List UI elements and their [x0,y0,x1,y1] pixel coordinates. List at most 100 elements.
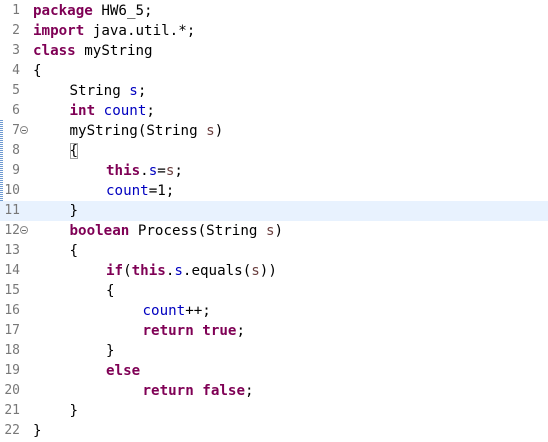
line-number: 22 [4,423,20,438]
code-token: myString [75,43,153,59]
code-token: s [174,263,183,279]
code-text: this.s=s; [106,161,183,181]
code-line[interactable]: 9 this.s=s; [0,161,548,181]
code-token: s [148,163,158,179]
code-token: ) [214,123,224,139]
keyword-token: this [131,263,166,279]
code-line[interactable]: 15 { [0,281,548,301]
line-number: 12 [4,223,20,238]
code-line[interactable]: 21} [0,401,548,421]
code-text: { [106,281,115,301]
keyword-token: true [202,323,237,339]
code-line[interactable]: 3 class myString [0,41,548,61]
code-token: ) [274,223,284,239]
keyword-token: return [142,383,194,399]
line-number: 13 [4,243,20,258]
line-number: 1 [12,3,20,18]
code-line[interactable]: 2 import java.util.*; [0,21,548,41]
code-token: myString(String [69,123,207,139]
code-text: } [70,401,79,421]
code-line[interactable]: 8{ [0,141,548,161]
code-token: } [69,403,79,419]
code-text: { [69,141,79,161]
code-token: count [106,183,149,199]
line-number: 16 [4,303,20,318]
code-line[interactable]: 11} [0,201,548,221]
keyword-token: boolean [69,223,130,239]
line-number: 17 [4,323,20,338]
code-token: ; [236,323,246,339]
code-token: } [106,343,115,359]
line-number: 14 [4,263,20,278]
line-number: 4 [12,63,20,78]
code-text: if(this.s.equals(s)) [106,261,277,281]
code-token: { [106,283,115,299]
fold-collapse-icon[interactable] [20,226,28,234]
line-number: 21 [4,403,20,418]
code-text: boolean Process(String s) [70,221,284,241]
code-token: { [69,143,79,159]
code-text: count=1; [106,181,174,201]
code-token: .equals( [182,263,252,279]
code-token: s [251,263,260,279]
line-number: 7 [12,123,20,138]
code-token: } [33,423,42,439]
code-line[interactable]: 14 if(this.s.equals(s)) [0,261,548,281]
keyword-token: else [106,363,141,379]
code-line[interactable]: 6 int count; [0,101,548,121]
code-line[interactable]: 17 return true; [0,321,548,341]
code-token: =1; [148,183,175,199]
keyword-token: return [142,323,194,339]
keyword-token: int [69,103,96,119]
code-line[interactable]: 1 package HW6_5; [0,1,548,21]
code-token: HW6_5; [92,3,153,19]
code-token: ; [245,383,254,399]
code-text: int count; [70,101,155,121]
code-token: } [69,203,79,219]
line-number: 2 [12,23,20,38]
code-line[interactable]: 7 myString(String s) [0,121,548,141]
keyword-token: package [33,3,93,19]
keyword-token: if [106,263,124,279]
code-text: } [106,341,115,361]
code-line[interactable]: 5 String s; [0,81,548,101]
code-token: { [69,243,79,259]
code-token: ; [137,83,147,99]
line-number: 9 [12,163,20,178]
code-text: return false; [143,381,254,401]
line-number: 5 [12,83,20,98]
code-text: } [33,421,42,441]
fold-collapse-icon[interactable] [20,126,28,134]
code-token: s [265,223,275,239]
code-line[interactable]: 10 count=1; [0,181,548,201]
line-number: 15 [4,283,20,298]
code-line[interactable]: 16 count++; [0,301,548,321]
line-number: 3 [12,43,20,58]
line-number: 18 [4,343,20,358]
code-text: String s; [70,81,147,101]
code-token: s [206,123,215,139]
code-line[interactable]: 12 boolean Process(String s) [0,221,548,241]
code-editor[interactable]: 1 package HW6_5; 2 import java.util.*; 3 clas… [0,0,548,442]
line-number: 8 [12,143,20,158]
keyword-token: class [33,43,76,59]
code-text: { [33,61,42,81]
code-line[interactable]: 19 else [0,361,548,381]
line-number: 6 [12,103,20,118]
keyword-token: import [33,23,85,39]
code-line[interactable]: 18} [0,341,548,361]
code-token: ; [146,103,155,119]
code-token: ( [123,263,132,279]
code-line[interactable]: 4{ [0,61,548,81]
code-line[interactable]: 22} [0,421,548,441]
code-token: . [140,163,149,179]
code-text: { [70,241,79,261]
code-line[interactable]: 20 return false; [0,381,548,401]
code-text: else [106,361,140,381]
code-token: String [69,83,130,99]
code-line[interactable]: 13 { [0,241,548,261]
line-number: 19 [4,363,20,378]
